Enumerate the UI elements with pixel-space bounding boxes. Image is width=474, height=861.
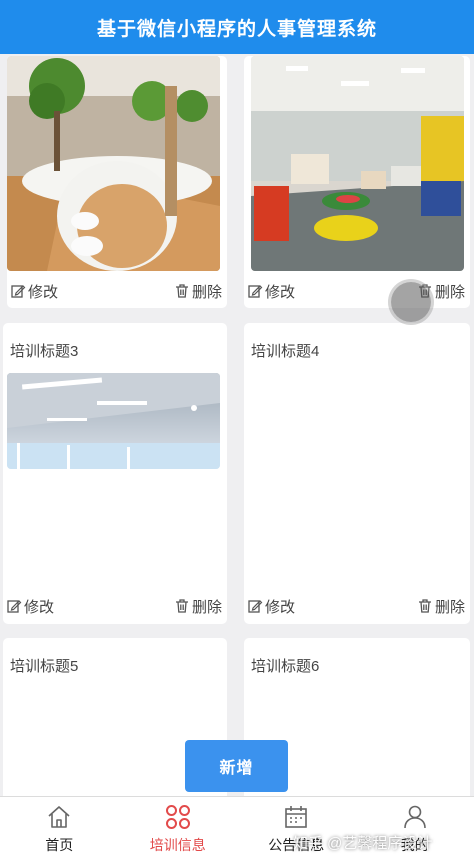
edit-button[interactable]: 修改 [247,281,295,302]
card-title: 培训标题3 [10,340,78,361]
trash-icon [174,598,190,614]
calendar-icon [282,803,310,831]
tab-label: 培训信息 [150,835,206,855]
clover-icon [164,803,192,831]
edit-button[interactable]: 修改 [247,596,295,617]
card-title: 培训标题6 [251,655,319,676]
edit-icon [247,598,263,614]
tab-label: 首页 [45,835,73,855]
edit-icon [6,598,22,614]
edit-label: 修改 [265,281,295,302]
touch-indicator [391,282,431,322]
training-card-4[interactable]: 培训标题4 修改 删除 [244,323,470,624]
trash-icon [174,283,190,299]
tab-training[interactable]: 培训信息 [119,797,238,861]
trash-icon [417,598,433,614]
user-icon [401,803,429,831]
training-card-1[interactable]: 修改 删除 [7,56,227,308]
edit-button[interactable]: 修改 [6,596,54,617]
delete-label: 删除 [192,281,222,302]
delete-label: 删除 [192,596,222,617]
delete-label: 删除 [435,281,465,302]
delete-button[interactable]: 删除 [174,281,222,302]
tab-home[interactable]: 首页 [0,797,119,861]
training-card-2[interactable]: 修改 删除 [244,56,470,308]
delete-label: 删除 [435,596,465,617]
watermark: 知乎 @艺馨程序设计 [293,832,432,853]
app-header: 基于微信小程序的人事管理系统 [0,0,474,54]
delete-button[interactable]: 删除 [417,596,465,617]
delete-button[interactable]: 删除 [174,596,222,617]
edit-icon [10,283,26,299]
edit-label: 修改 [24,596,54,617]
edit-label: 修改 [28,281,58,302]
training-image-3 [7,373,220,469]
card-title: 培训标题5 [10,655,78,676]
edit-icon [247,283,263,299]
training-image-2 [251,56,464,271]
training-card-3[interactable]: 培训标题3 修改 删除 [3,323,227,624]
add-button[interactable]: 新增 [185,740,288,792]
home-icon [45,803,73,831]
edit-label: 修改 [265,596,295,617]
training-image-1 [7,56,220,271]
edit-button[interactable]: 修改 [10,281,58,302]
page-title: 基于微信小程序的人事管理系统 [97,14,377,41]
card-title: 培训标题4 [251,340,319,361]
